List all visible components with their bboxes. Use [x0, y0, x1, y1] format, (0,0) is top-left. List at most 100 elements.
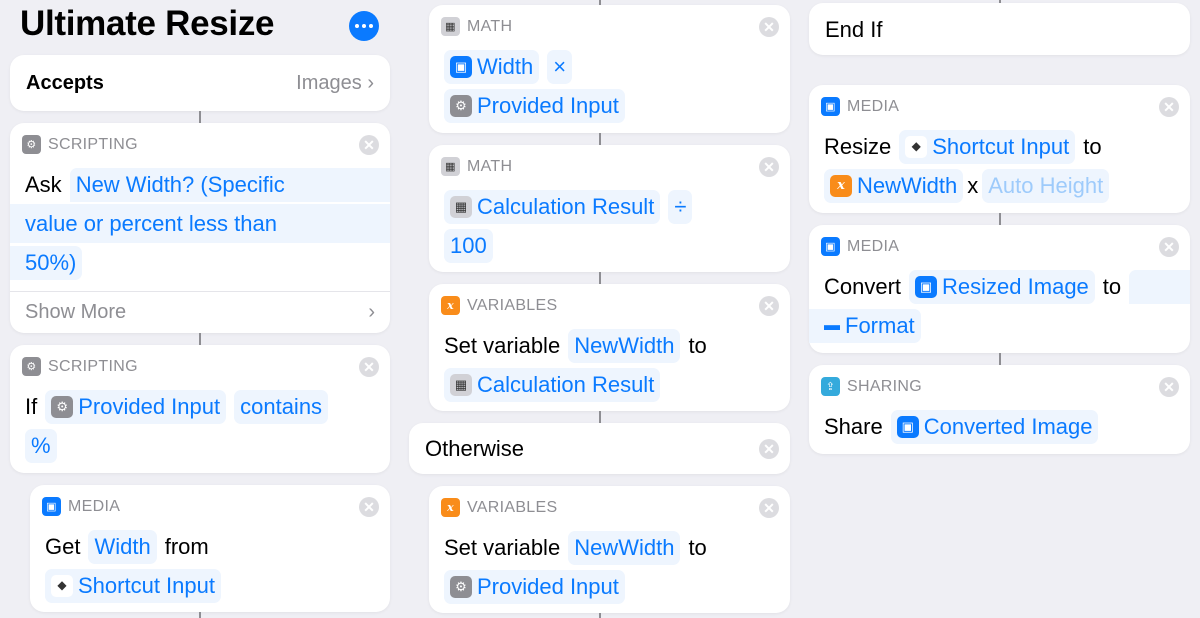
by-text: x: [967, 173, 979, 198]
action-if[interactable]: ⚙ SCRIPTING ✕ If ⚙ Provided Input contains %: [10, 345, 390, 473]
show-more-label: Show More: [25, 301, 127, 323]
share-verb: Share: [824, 414, 883, 439]
variable-name-token[interactable]: NewWidth: [568, 530, 681, 565]
remove-action-button[interactable]: ✕: [359, 497, 379, 517]
action-get-width[interactable]: ▣ MEDIA ✕ Get Width from ◆ Shortcut Input: [30, 485, 390, 612]
provided-input-token[interactable]: ⚙ Provided Input: [444, 88, 625, 123]
shortcut-input-token[interactable]: ◆ Shortcut Input: [899, 129, 1076, 164]
accepts-value[interactable]: Images ›: [296, 72, 374, 95]
new-width-token[interactable]: x NewWidth: [824, 168, 964, 203]
chevron-right-icon: ›: [367, 72, 374, 94]
calculation-result-token[interactable]: ▦ Calculation Result: [444, 367, 661, 402]
variable-icon: x: [441, 296, 460, 315]
token-label: Resized Image: [942, 274, 1089, 299]
action-set-variable-2[interactable]: x VARIABLES ✕ Set variable NewWidth to ⚙ Pro…: [429, 486, 790, 613]
remove-action-button[interactable]: ✕: [759, 17, 779, 37]
remove-action-button[interactable]: ✕: [359, 357, 379, 377]
category-label: MEDIA: [847, 237, 900, 255]
share-icon: ⇪: [821, 377, 840, 396]
action-resize-image[interactable]: ▣ MEDIA ✕ Resize ◆ Shortcut Input to x NewWid…: [809, 85, 1190, 213]
ask-prompt-token-line2[interactable]: value or percent less than: [10, 204, 390, 243]
token-label: Width: [477, 54, 534, 79]
action-body: Resize ◆ Shortcut Input to x NewWidth x Auto H…: [824, 127, 1180, 205]
end-if-label: End If: [825, 17, 883, 42]
calculation-result-token[interactable]: ▦ Calculation Result: [444, 189, 661, 224]
ellipsis-dot: [362, 24, 366, 28]
format-token[interactable]: ▬ Format: [809, 308, 921, 343]
number-token[interactable]: 100: [444, 228, 493, 263]
action-convert-image[interactable]: ▣ MEDIA ✕ Convert ▣ Resized Image to ▬ Format: [809, 225, 1190, 353]
remove-action-button[interactable]: ✕: [759, 157, 779, 177]
action-set-variable-1[interactable]: x VARIABLES ✕ Set variable NewWidth to ▦ Cal…: [429, 284, 790, 411]
operator-token[interactable]: ×: [547, 49, 573, 84]
converted-image-token[interactable]: ▣ Converted Image: [890, 409, 1099, 444]
variable-name-token[interactable]: NewWidth: [568, 328, 681, 363]
width-token[interactable]: ▣ Width: [444, 49, 540, 84]
action-body: Convert ▣ Resized Image to ▬ Format: [809, 267, 1190, 345]
remove-action-button[interactable]: ✕: [1159, 97, 1179, 117]
resize-verb: Resize: [824, 134, 892, 159]
action-header: ▣ MEDIA: [42, 497, 120, 516]
action-share[interactable]: ⇪ SHARING ✕ Share ▣ Converted Image: [809, 365, 1190, 454]
action-body: Ask New Width? (Specific value or percent…: [10, 165, 390, 282]
action-math-divide[interactable]: ▦ MATH ✕ ▦ Calculation Result ÷ 100: [429, 145, 790, 272]
remove-action-button[interactable]: ✕: [359, 135, 379, 155]
to-text: to: [1102, 274, 1122, 299]
value-token[interactable]: %: [25, 428, 57, 463]
category-label: MATH: [467, 157, 513, 175]
condition-token[interactable]: contains: [234, 389, 329, 424]
connector: [199, 612, 201, 618]
category-label: MEDIA: [847, 97, 900, 115]
category-label: SHARING: [847, 377, 922, 395]
action-math-multiply[interactable]: ▦ MATH ✕ ▣ Width × ⚙ Provided Input: [429, 5, 790, 133]
get-line2: ◆ Shortcut Input: [45, 566, 380, 605]
setvar-line: Set variable NewWidth to: [444, 326, 780, 365]
remove-action-button[interactable]: ✕: [1159, 377, 1179, 397]
remove-action-button[interactable]: ✕: [759, 498, 779, 518]
connector: [199, 333, 201, 345]
provided-input-token[interactable]: ⚙ Provided Input: [45, 389, 227, 424]
category-label: VARIABLES: [467, 498, 558, 516]
photo-icon: ▣: [42, 497, 61, 516]
gear-icon: ⚙: [450, 575, 472, 598]
convert-verb: Convert: [824, 274, 902, 299]
token-label: Calculation Result: [477, 194, 655, 219]
remove-action-button[interactable]: ✕: [1159, 237, 1179, 257]
connector: [599, 272, 601, 284]
remove-action-button[interactable]: ✕: [759, 296, 779, 316]
connector: [599, 613, 601, 618]
operator-token[interactable]: ÷: [668, 189, 693, 224]
category-label: SCRIPTING: [48, 135, 138, 153]
ask-line: Ask New Width? (Specific: [10, 165, 390, 204]
action-header: ▣ MEDIA: [821, 97, 899, 116]
property-token[interactable]: Width: [88, 529, 157, 564]
connector: [999, 353, 1001, 365]
more-options-button[interactable]: [349, 11, 379, 41]
calculator-icon: ▦: [450, 195, 472, 218]
provided-input-token[interactable]: ⚙ Provided Input: [444, 569, 625, 604]
resized-image-token[interactable]: ▣ Resized Image: [909, 269, 1095, 304]
ask-prompt-token[interactable]: New Width? (Specific: [69, 167, 390, 202]
convert-line2: ▬ Format: [809, 306, 1190, 345]
show-more-button[interactable]: Show More ›: [10, 291, 390, 333]
photo-icon: ▣: [821, 237, 840, 256]
connector: [199, 111, 201, 123]
token-label: NewWidth: [857, 173, 958, 198]
action-otherwise[interactable]: Otherwise ✕: [409, 423, 790, 474]
remove-action-button[interactable]: ✕: [759, 439, 779, 459]
action-ask[interactable]: ⚙ SCRIPTING ✕ Ask New Width? (Specific val…: [10, 123, 390, 333]
action-end-if[interactable]: End If: [809, 3, 1190, 55]
if-line: If ⚙ Provided Input contains: [25, 387, 380, 426]
ask-verb: Ask: [25, 172, 62, 197]
accepts-row[interactable]: Accepts Images ›: [10, 55, 390, 111]
token-label: Calculation Result: [477, 372, 655, 397]
math-line: ▣ Width ×: [444, 47, 780, 86]
layers-icon: ◆: [51, 574, 73, 597]
format-token-start[interactable]: [1129, 269, 1190, 304]
gear-icon: ⚙: [22, 135, 41, 154]
ask-prompt-token-line3[interactable]: 50%): [10, 245, 83, 280]
connector: [599, 411, 601, 423]
auto-height-token[interactable]: Auto Height: [982, 168, 1110, 203]
shortcut-input-token[interactable]: ◆ Shortcut Input: [45, 568, 221, 603]
shortcut-title: Ultimate Resize: [20, 4, 275, 43]
